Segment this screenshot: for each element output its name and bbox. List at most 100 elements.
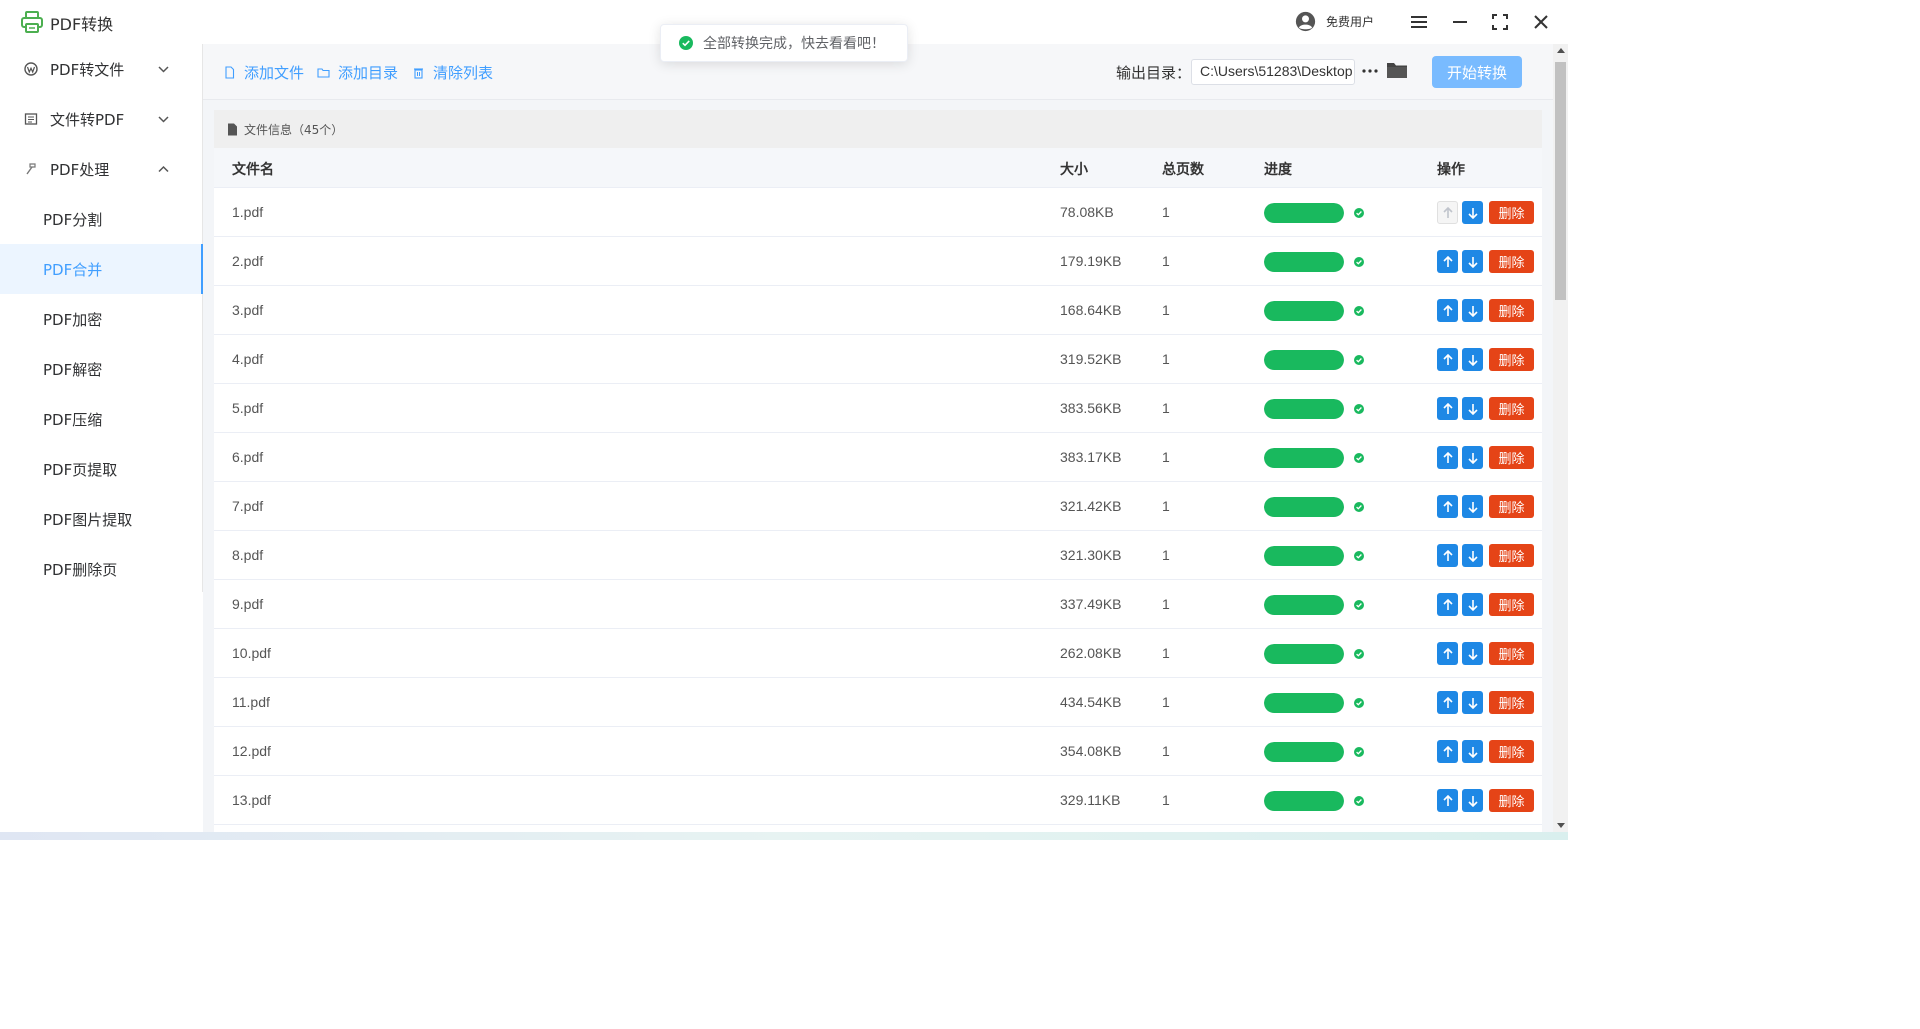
move-down-button[interactable] (1462, 299, 1483, 322)
progress-bar (1264, 546, 1344, 566)
move-down-button[interactable] (1462, 789, 1483, 812)
add-directory-button[interactable]: 添加目录 (317, 62, 398, 83)
more-dots-icon (1362, 69, 1378, 73)
scroll-down-arrow-icon[interactable] (1557, 823, 1565, 828)
move-up-button[interactable] (1437, 789, 1458, 812)
table-row: 12.pdf 354.08KB 1 删除 (214, 727, 1542, 776)
move-down-button[interactable] (1462, 397, 1483, 420)
move-down-button[interactable] (1462, 740, 1483, 763)
arrow-up-icon (1442, 304, 1453, 317)
file-size: 78.08KB (1060, 204, 1114, 220)
page-count: 1 (1162, 400, 1170, 416)
check-circle-icon (1354, 208, 1364, 218)
file-size: 329.11KB (1060, 792, 1121, 808)
minimize-button[interactable] (1448, 10, 1472, 34)
arrow-down-icon (1467, 452, 1478, 464)
arrow-up-icon (1442, 745, 1453, 758)
move-up-button[interactable] (1437, 740, 1458, 763)
progress-fill (1264, 693, 1344, 713)
scroll-up-arrow-icon[interactable] (1557, 48, 1565, 53)
move-up-button[interactable] (1437, 397, 1458, 420)
menu-group-pdf-processing[interactable]: PDF处理 (0, 144, 202, 194)
close-button[interactable] (1529, 10, 1553, 34)
scrollbar-thumb[interactable] (1555, 62, 1566, 300)
delete-button[interactable]: 删除 (1489, 642, 1534, 665)
sidebar-item-pdf-merge[interactable]: PDF合并 (0, 244, 203, 294)
sidebar-item-pdf-encrypt[interactable]: PDF加密 (0, 294, 202, 344)
output-dir-input[interactable]: C:\Users\51283\Desktop (1191, 59, 1355, 85)
delete-button[interactable]: 删除 (1489, 593, 1534, 616)
move-down-button[interactable] (1462, 544, 1483, 567)
fullscreen-icon (1492, 14, 1508, 30)
move-up-button[interactable] (1437, 201, 1458, 224)
page-count: 1 (1162, 694, 1170, 710)
move-down-button[interactable] (1462, 446, 1483, 469)
more-button[interactable] (1361, 60, 1379, 82)
delete-button[interactable]: 删除 (1489, 740, 1534, 763)
menu-group-pdf-to-file[interactable]: PDF转文件 (0, 44, 202, 94)
vertical-scrollbar[interactable] (1553, 44, 1568, 832)
start-conversion-button[interactable]: 开始转换 (1432, 56, 1522, 88)
move-up-button[interactable] (1437, 348, 1458, 371)
fullscreen-button[interactable] (1488, 10, 1512, 34)
file-icon (225, 66, 235, 79)
delete-button[interactable]: 删除 (1489, 789, 1534, 812)
arrow-down-icon (1467, 746, 1478, 758)
move-down-button[interactable] (1462, 250, 1483, 273)
check-circle-icon (1354, 502, 1364, 512)
sidebar-item-pdf-decrypt[interactable]: PDF解密 (0, 344, 202, 394)
delete-button[interactable]: 删除 (1489, 201, 1534, 224)
column-header-name: 文件名 (232, 162, 274, 178)
progress-fill (1264, 203, 1344, 223)
user-profile[interactable]: 免费用户 (1295, 11, 1374, 32)
delete-button[interactable]: 删除 (1489, 397, 1534, 420)
progress-bar (1264, 693, 1344, 713)
move-down-button[interactable] (1462, 201, 1483, 224)
sidebar-item-pdf-image-extract[interactable]: PDF图片提取 (0, 494, 202, 544)
move-up-button[interactable] (1437, 593, 1458, 616)
progress-fill (1264, 644, 1344, 664)
move-up-button[interactable] (1437, 544, 1458, 567)
move-down-button[interactable] (1462, 495, 1483, 518)
menu-button[interactable] (1407, 10, 1431, 34)
table-row: 6.pdf 383.17KB 1 删除 (214, 433, 1542, 482)
delete-button[interactable]: 删除 (1489, 544, 1534, 567)
sidebar-item-pdf-split[interactable]: PDF分割 (0, 194, 202, 244)
sidebar-item-pdf-page-extract[interactable]: PDF页提取 (0, 444, 202, 494)
move-up-button[interactable] (1437, 642, 1458, 665)
delete-button[interactable]: 删除 (1489, 299, 1534, 322)
progress-bar (1264, 252, 1344, 272)
open-folder-icon[interactable] (1386, 60, 1408, 80)
move-up-button[interactable] (1437, 299, 1458, 322)
menu-group-file-to-pdf[interactable]: 文件转PDF (0, 94, 202, 144)
arrow-down-icon (1467, 501, 1478, 513)
table-body: 1.pdf 78.08KB 1 删除 2.pdf 179.19KB 1 删除 3.pdf 168.… (214, 188, 1542, 825)
move-down-button[interactable] (1462, 691, 1483, 714)
progress-fill (1264, 448, 1344, 468)
arrow-down-icon (1467, 354, 1478, 366)
chevron-up-icon (158, 165, 169, 173)
move-down-button[interactable] (1462, 642, 1483, 665)
delete-button[interactable]: 删除 (1489, 348, 1534, 371)
move-up-button[interactable] (1437, 691, 1458, 714)
progress-fill (1264, 497, 1344, 517)
table-row: 11.pdf 434.54KB 1 删除 (214, 678, 1542, 727)
delete-button[interactable]: 删除 (1489, 446, 1534, 469)
delete-button[interactable]: 删除 (1489, 495, 1534, 518)
move-up-button[interactable] (1437, 446, 1458, 469)
delete-button[interactable]: 删除 (1489, 691, 1534, 714)
add-file-button[interactable]: 添加文件 (223, 62, 304, 83)
sidebar-item-pdf-delete-page[interactable]: PDF删除页 (0, 544, 202, 594)
move-up-button[interactable] (1437, 250, 1458, 273)
sidebar-item-pdf-compress[interactable]: PDF压缩 (0, 394, 202, 444)
move-up-button[interactable] (1437, 495, 1458, 518)
delete-button[interactable]: 删除 (1489, 250, 1534, 273)
file-size: 168.64KB (1060, 302, 1122, 318)
file-size: 434.54KB (1060, 694, 1122, 710)
move-down-button[interactable] (1462, 593, 1483, 616)
move-down-button[interactable] (1462, 348, 1483, 371)
column-header-size: 大小 (1060, 162, 1088, 178)
progress-fill (1264, 252, 1344, 272)
file-size: 383.17KB (1060, 449, 1122, 465)
clear-list-button[interactable]: 清除列表 (412, 62, 493, 83)
